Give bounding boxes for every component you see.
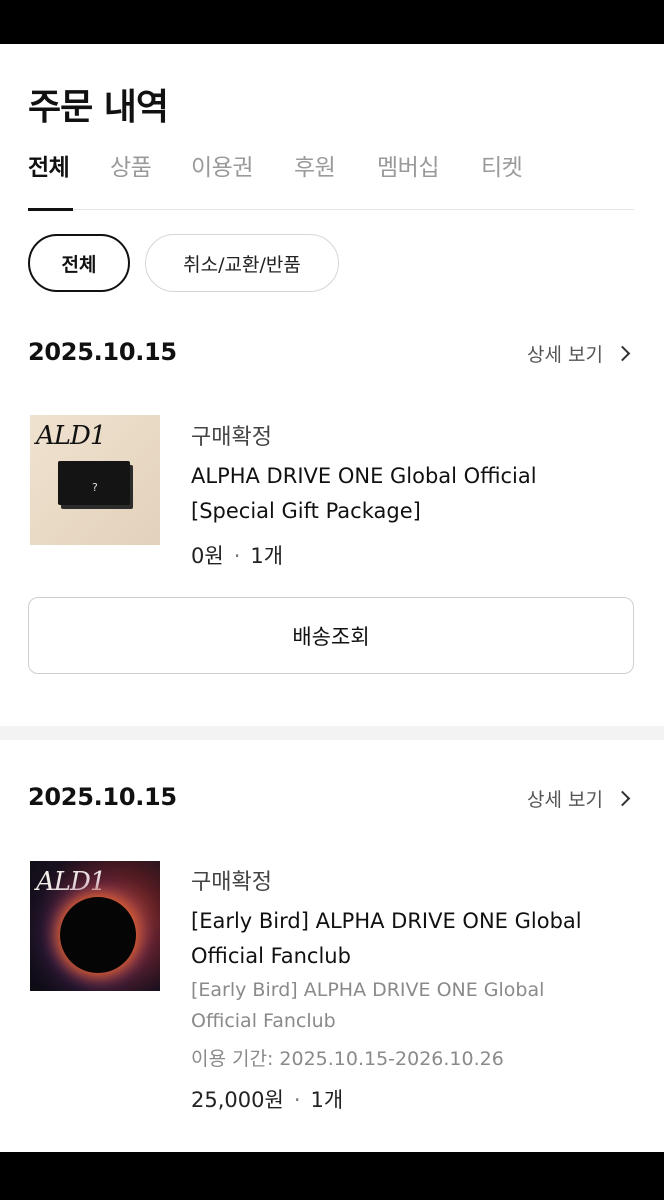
separator-dot: · bbox=[233, 544, 241, 568]
quantity: 1개 bbox=[310, 1088, 344, 1112]
tab-all[interactable]: 전체 bbox=[28, 148, 70, 182]
top-system-bar bbox=[0, 0, 664, 44]
brand-logo: ALD1 bbox=[36, 421, 106, 451]
tab-products[interactable]: 상품 bbox=[110, 148, 152, 182]
product-subtitle-line: [Early Bird] ALPHA DRIVE ONE Global bbox=[191, 979, 545, 1001]
box-mark: ? bbox=[92, 481, 98, 494]
product-thumbnail[interactable]: ALD1 ? bbox=[30, 415, 160, 545]
order-history-screen: 주문 내역 전체 상품 이용권 후원 멤버십 티켓 전체 취소/교환/반품 20… bbox=[0, 44, 664, 1152]
chevron-right-icon bbox=[614, 790, 631, 807]
brand-logo: ALD1 bbox=[36, 867, 106, 897]
product-name-line: [Early Bird] ALPHA DRIVE ONE Global bbox=[191, 909, 582, 933]
quantity: 1개 bbox=[250, 544, 284, 568]
page-title: 주문 내역 bbox=[28, 87, 169, 128]
detail-link-label: 상세 보기 bbox=[527, 789, 603, 811]
order-status: 구매확정 bbox=[191, 870, 272, 895]
order-detail-link[interactable]: 상세 보기 bbox=[527, 785, 631, 812]
order-date: 2025.10.15 bbox=[28, 783, 177, 811]
filter-chip-all[interactable]: 전체 bbox=[28, 234, 130, 292]
product-subtitle-line: Official Fanclub bbox=[191, 1010, 336, 1032]
chevron-right-icon bbox=[614, 345, 631, 362]
usage-period: 이용 기간: 2025.10.15-2026.10.26 bbox=[191, 1048, 504, 1070]
price: 0원 bbox=[191, 544, 224, 568]
category-tabs: 전체 상품 이용권 후원 멤버십 티켓 bbox=[28, 144, 634, 211]
tab-passes[interactable]: 이용권 bbox=[191, 148, 253, 182]
product-name[interactable]: ALPHA DRIVE ONE Global Official [Special… bbox=[191, 459, 621, 529]
bottom-system-bar bbox=[0, 1152, 664, 1200]
separator-dot: · bbox=[293, 1088, 301, 1112]
order-detail-link[interactable]: 상세 보기 bbox=[527, 340, 631, 367]
product-name[interactable]: [Early Bird] ALPHA DRIVE ONE Global Offi… bbox=[191, 904, 621, 974]
product-thumbnail[interactable]: ALD1 bbox=[30, 861, 160, 991]
tab-membership[interactable]: 멤버십 bbox=[377, 148, 439, 182]
order-status: 구매확정 bbox=[191, 425, 272, 450]
tab-support[interactable]: 후원 bbox=[294, 148, 336, 182]
price: 25,000원 bbox=[191, 1088, 284, 1112]
product-name-line: ALPHA DRIVE ONE Global Official bbox=[191, 464, 537, 488]
track-delivery-button[interactable]: 배송조회 bbox=[28, 597, 634, 674]
active-tab-indicator bbox=[28, 208, 73, 211]
order-date: 2025.10.15 bbox=[28, 338, 177, 366]
product-name-line: [Special Gift Package] bbox=[191, 499, 421, 523]
price-quantity: 0원 · 1개 bbox=[191, 540, 283, 570]
filter-chip-cancel-exchange-return[interactable]: 취소/교환/반품 bbox=[145, 234, 339, 292]
product-subtitle: [Early Bird] ALPHA DRIVE ONE Global Offi… bbox=[191, 975, 621, 1037]
section-divider bbox=[0, 726, 664, 740]
eclipse-artwork bbox=[60, 897, 136, 973]
price-quantity: 25,000원 · 1개 bbox=[191, 1084, 343, 1114]
tab-tickets[interactable]: 티켓 bbox=[481, 148, 523, 182]
detail-link-label: 상세 보기 bbox=[527, 344, 603, 366]
product-name-line: Official Fanclub bbox=[191, 944, 351, 968]
